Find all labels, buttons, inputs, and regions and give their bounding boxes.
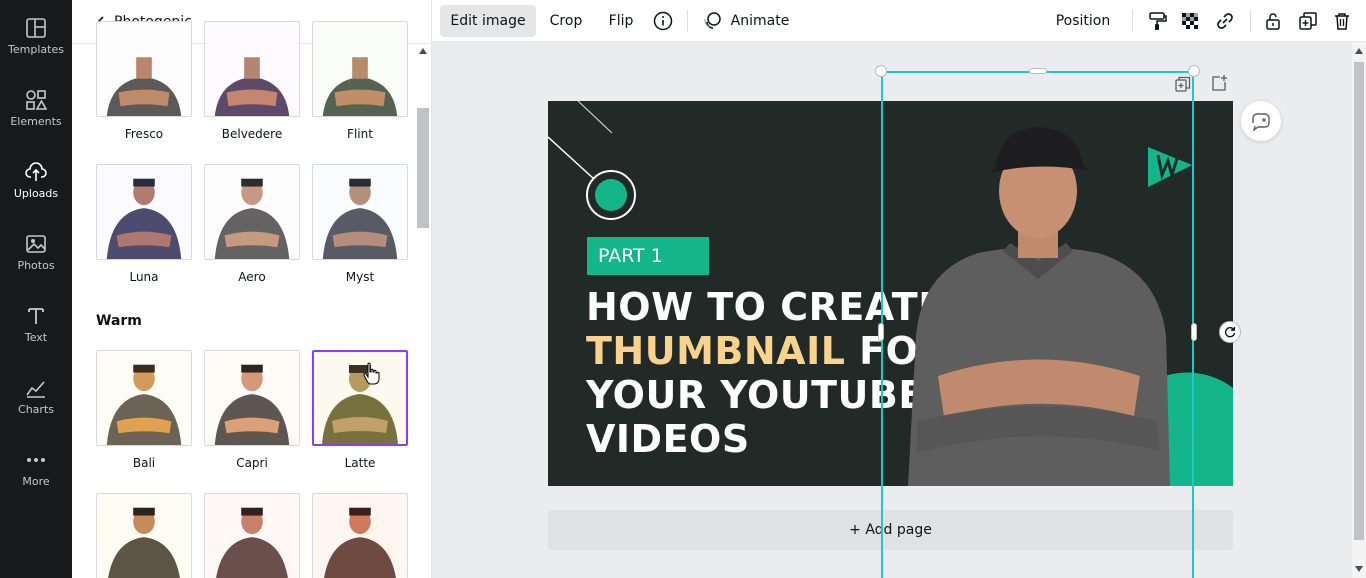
- filter-thumb-bali[interactable]: [96, 350, 192, 446]
- filter-label-bali: Bali: [132, 456, 156, 470]
- more-icon: [27, 457, 45, 462]
- headline-line-2: THUMBNAIL FOR: [586, 329, 948, 373]
- filter-label-flint: Flint: [347, 127, 373, 141]
- top-toolbar: Edit image Crop Flip Animate Position: [432, 0, 1366, 42]
- filter-label-myst: Myst: [345, 270, 375, 284]
- trash-icon[interactable]: [1330, 9, 1354, 33]
- panel-scrollbar-thumb[interactable]: [417, 108, 429, 228]
- resize-handle-right[interactable]: [1191, 323, 1197, 341]
- add-page-button[interactable]: + Add page: [548, 510, 1233, 550]
- rail-label-uploads: Uploads: [13, 186, 59, 200]
- rail-label-more: More: [22, 474, 50, 488]
- rail-label-text: Text: [24, 330, 48, 344]
- flip-button[interactable]: Flip: [600, 5, 642, 37]
- rail-label-templates: Templates: [8, 42, 64, 56]
- rail-item-templates[interactable]: Templates: [0, 0, 72, 72]
- info-icon[interactable]: [651, 9, 675, 33]
- left-rail: Templates Elements Uploads Photos Text C…: [0, 0, 72, 578]
- logo-icon: [1148, 147, 1192, 187]
- rotate-icon[interactable]: [1219, 321, 1241, 343]
- edit-image-button[interactable]: Edit image: [440, 5, 536, 37]
- copy-page-icon[interactable]: [1171, 72, 1195, 96]
- headline-highlight: THUMBNAIL: [586, 329, 846, 373]
- link-icon[interactable]: [1213, 9, 1237, 33]
- headline-text[interactable]: HOW TO CREATE THUMBNAIL FOR YOUR YOUTUBE…: [586, 285, 948, 461]
- filter-panel: Photogenic Fresco Belvedere Flint Luna A…: [72, 0, 432, 578]
- paint-format-icon[interactable]: [1145, 9, 1169, 33]
- mouse-pointer-icon: [363, 362, 380, 385]
- design-circle-accent: [586, 170, 636, 220]
- canvas-scroll-down-arrow[interactable]: [1355, 566, 1363, 572]
- elements-icon: [26, 89, 47, 110]
- filter-thumb-myst[interactable]: [312, 164, 408, 260]
- filter-thumb-belvedere[interactable]: [204, 21, 300, 117]
- resize-handle-left[interactable]: [878, 323, 884, 341]
- comment-icon: [1252, 113, 1270, 131]
- rail-label-photos: Photos: [17, 258, 55, 272]
- filter-thumb-warm-5[interactable]: [204, 493, 300, 578]
- charts-icon: [26, 380, 45, 398]
- filter-label-belvedere: Belvedere: [221, 127, 283, 141]
- filter-thumb-capri[interactable]: [204, 350, 300, 446]
- uploads-icon: [25, 161, 47, 181]
- filter-thumb-latte[interactable]: [312, 350, 408, 446]
- add-comment-button[interactable]: [1241, 101, 1281, 141]
- design-page[interactable]: PART 1 HOW TO CREATE THUMBNAIL FOR YOUR …: [548, 101, 1233, 486]
- rail-label-charts: Charts: [18, 402, 54, 416]
- rail-item-uploads[interactable]: Uploads: [0, 144, 72, 216]
- duplicate-icon[interactable]: [1296, 9, 1320, 33]
- part-badge[interactable]: PART 1: [587, 237, 709, 275]
- canvas-scroll-up-arrow[interactable]: [1355, 48, 1363, 54]
- filter-label-fresco: Fresco: [124, 127, 164, 141]
- rail-item-more[interactable]: More: [0, 432, 72, 504]
- filter-label-luna: Luna: [129, 270, 159, 284]
- photos-icon: [26, 234, 46, 253]
- rail-item-elements[interactable]: Elements: [0, 72, 72, 144]
- filter-thumb-flint[interactable]: [312, 21, 408, 117]
- headline-line-1: HOW TO CREATE: [586, 285, 945, 329]
- text-icon: [28, 307, 44, 324]
- rail-item-charts[interactable]: Charts: [0, 360, 72, 432]
- lock-icon[interactable]: [1261, 9, 1285, 33]
- filter-thumb-warm-6[interactable]: [312, 493, 408, 578]
- rail-item-photos[interactable]: Photos: [0, 216, 72, 288]
- person-photo[interactable]: [908, 121, 1178, 486]
- animate-icon[interactable]: [700, 9, 724, 33]
- filter-thumb-luna[interactable]: [96, 164, 192, 260]
- templates-icon: [26, 17, 46, 38]
- add-page-icon[interactable]: [1207, 71, 1231, 95]
- resize-handle-top-left[interactable]: [875, 65, 887, 77]
- filter-thumb-warm-4[interactable]: [96, 493, 192, 578]
- animate-button[interactable]: Animate: [728, 5, 792, 37]
- rail-label-elements: Elements: [10, 114, 62, 128]
- transparency-icon[interactable]: [1178, 9, 1202, 33]
- canvas-scrollbar-thumb[interactable]: [1354, 62, 1364, 540]
- filter-thumb-fresco[interactable]: [96, 21, 192, 117]
- resize-handle-top[interactable]: [1029, 68, 1047, 74]
- headline-line-4: VIDEOS: [586, 417, 750, 461]
- filter-label-aero: Aero: [238, 270, 266, 284]
- panel-scroll-up-arrow[interactable]: [419, 48, 427, 54]
- section-title-warm: Warm: [96, 313, 142, 329]
- filter-label-capri: Capri: [236, 456, 268, 470]
- filter-label-latte: Latte: [344, 456, 376, 470]
- filter-thumb-aero[interactable]: [204, 164, 300, 260]
- position-button[interactable]: Position: [1050, 5, 1116, 37]
- headline-line-3: YOUR YOUTUBE: [586, 373, 925, 417]
- rail-item-text[interactable]: Text: [0, 288, 72, 360]
- crop-button[interactable]: Crop: [542, 5, 590, 37]
